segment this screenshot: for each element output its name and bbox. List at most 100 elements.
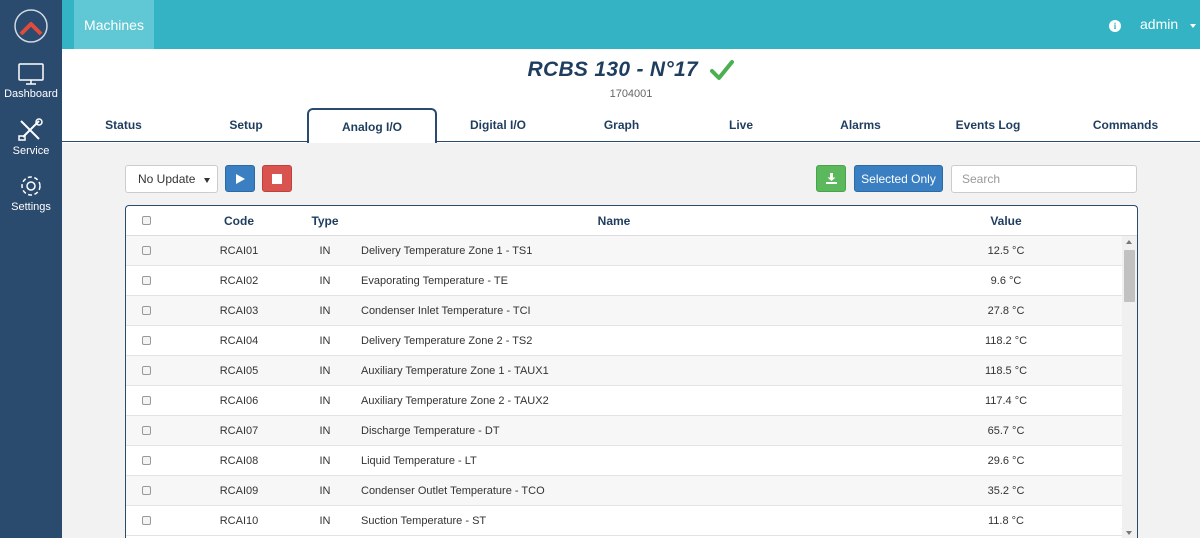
chevron-down-icon[interactable] [1190, 24, 1196, 28]
cell-code: RCAI08 [219, 455, 259, 467]
download-icon [825, 173, 837, 184]
cell-code: RCAI04 [219, 335, 259, 347]
table-row[interactable]: RCAI10 IN Suction Temperature - ST 11.8 … [126, 506, 1122, 536]
cell-value: 117.4 °C [984, 395, 1028, 407]
gear-icon [21, 176, 41, 196]
cell-type: IN [319, 335, 331, 347]
page-title: RCBS 130 - N°17 [527, 58, 698, 81]
tab-analog-io[interactable]: Analog I/O [307, 108, 437, 143]
update-select[interactable]: No Update [125, 165, 218, 193]
tab-live[interactable]: Live [684, 108, 798, 142]
table-row[interactable]: RCAI04 IN Delivery Temperature Zone 2 - … [126, 326, 1122, 356]
column-header-value[interactable]: Value [966, 214, 1046, 228]
play-icon [236, 173, 245, 184]
row-checkbox[interactable] [142, 516, 151, 525]
user-menu[interactable]: admin [1140, 16, 1178, 32]
sidebar-item-dashboard[interactable]: Dashboard [0, 62, 62, 100]
tab-setup[interactable]: Setup [185, 108, 307, 142]
check-icon [710, 60, 735, 80]
sidebar: Dashboard Service Settings [0, 0, 62, 538]
content-area: No Update Selected Only Code Type Name V… [62, 143, 1200, 538]
row-checkbox[interactable] [142, 426, 151, 435]
cell-value: 29.6 °C [987, 455, 1025, 467]
tab-alarms[interactable]: Alarms [798, 108, 923, 142]
table-row[interactable]: RCAI07 IN Discharge Temperature - DT 65.… [126, 416, 1122, 446]
row-checkbox[interactable] [142, 366, 151, 375]
cell-value: 27.8 °C [987, 305, 1025, 317]
column-header-type[interactable]: Type [306, 214, 344, 228]
table-header: Code Type Name Value [126, 206, 1137, 236]
cell-value: 9.6 °C [990, 275, 1022, 287]
table-row[interactable]: RCAI01 IN Delivery Temperature Zone 1 - … [126, 236, 1122, 266]
cell-name: Auxiliary Temperature Zone 2 - TAUX2 [361, 395, 549, 407]
row-checkbox[interactable] [142, 486, 151, 495]
cell-type: IN [319, 305, 331, 317]
sidebar-item-service[interactable]: Service [0, 117, 62, 157]
cell-type: IN [319, 425, 331, 437]
cell-type: IN [319, 485, 331, 497]
cell-type: IN [319, 275, 331, 287]
row-checkbox[interactable] [142, 276, 151, 285]
table-row[interactable]: RCAI06 IN Auxiliary Temperature Zone 2 -… [126, 386, 1122, 416]
cell-code: RCAI06 [219, 395, 259, 407]
scroll-up-arrow-icon[interactable] [1126, 240, 1132, 244]
sidebar-item-settings[interactable]: Settings [0, 173, 62, 213]
table-row[interactable]: RCAI05 IN Auxiliary Temperature Zone 1 -… [126, 356, 1122, 386]
row-checkbox[interactable] [142, 306, 151, 315]
cell-value: 118.5 °C [984, 365, 1028, 377]
monitor-icon [18, 63, 44, 85]
table-row[interactable]: RCAI08 IN Liquid Temperature - LT 29.6 °… [126, 446, 1122, 476]
tab-events-log[interactable]: Events Log [923, 108, 1053, 142]
select-all-checkbox[interactable] [142, 216, 151, 225]
cell-type: IN [319, 515, 331, 527]
cell-name: Evaporating Temperature - TE [361, 275, 508, 287]
cell-value: 118.2 °C [984, 335, 1028, 347]
app-logo[interactable] [0, 0, 62, 52]
cell-code: RCAI02 [219, 275, 259, 287]
row-checkbox[interactable] [142, 336, 151, 345]
cell-value: 35.2 °C [987, 485, 1025, 497]
row-checkbox[interactable] [142, 456, 151, 465]
download-button[interactable] [816, 165, 846, 192]
row-checkbox[interactable] [142, 246, 151, 255]
chevron-down-icon [204, 178, 210, 183]
info-icon[interactable]: i [1109, 20, 1121, 32]
cell-name: Condenser Outlet Temperature - TCO [361, 485, 545, 497]
tab-status[interactable]: Status [62, 108, 185, 142]
table-scrollbar[interactable] [1122, 236, 1137, 538]
row-checkbox[interactable] [142, 396, 151, 405]
cell-name: Condenser Inlet Temperature - TCI [361, 305, 531, 317]
cell-name: Discharge Temperature - DT [361, 425, 500, 437]
machine-serial: 1704001 [609, 88, 653, 100]
selected-only-button[interactable]: Selected Only [854, 165, 943, 192]
cell-name: Suction Temperature - ST [361, 515, 487, 527]
update-select-value: No Update [138, 172, 196, 186]
scroll-down-arrow-icon[interactable] [1126, 531, 1132, 535]
column-header-name[interactable]: Name [566, 214, 662, 228]
sidebar-item-label: Settings [11, 201, 51, 213]
table-row[interactable]: RCAI09 IN Condenser Outlet Temperature -… [126, 476, 1122, 506]
cell-value: 12.5 °C [987, 245, 1025, 257]
tab-bar: Status Setup Analog I/O Digital I/O Grap… [62, 108, 1200, 143]
column-header-code[interactable]: Code [214, 214, 264, 228]
stop-button[interactable] [262, 165, 292, 192]
cell-type: IN [319, 395, 331, 407]
table-row[interactable]: RCAI03 IN Condenser Inlet Temperature - … [126, 296, 1122, 326]
play-button[interactable] [225, 165, 255, 192]
tab-graph[interactable]: Graph [559, 108, 684, 142]
cell-name: Liquid Temperature - LT [361, 455, 477, 467]
cell-code: RCAI07 [219, 425, 259, 437]
machines-nav-tab[interactable]: Machines [74, 0, 154, 49]
cell-type: IN [319, 365, 331, 377]
cell-name: Auxiliary Temperature Zone 1 - TAUX1 [361, 365, 549, 377]
page-header: RCBS 130 - N°17 [62, 58, 1200, 82]
cell-code: RCAI10 [219, 515, 259, 527]
analog-io-table: Code Type Name Value RCAI01 IN Delivery … [125, 205, 1138, 538]
cell-type: IN [319, 245, 331, 257]
table-row[interactable]: RCAI02 IN Evaporating Temperature - TE 9… [126, 266, 1122, 296]
scroll-thumb[interactable] [1124, 250, 1135, 302]
cell-name: Delivery Temperature Zone 1 - TS1 [361, 245, 533, 257]
tab-commands[interactable]: Commands [1053, 108, 1198, 142]
tab-digital-io[interactable]: Digital I/O [437, 108, 559, 142]
search-input[interactable] [951, 165, 1137, 193]
